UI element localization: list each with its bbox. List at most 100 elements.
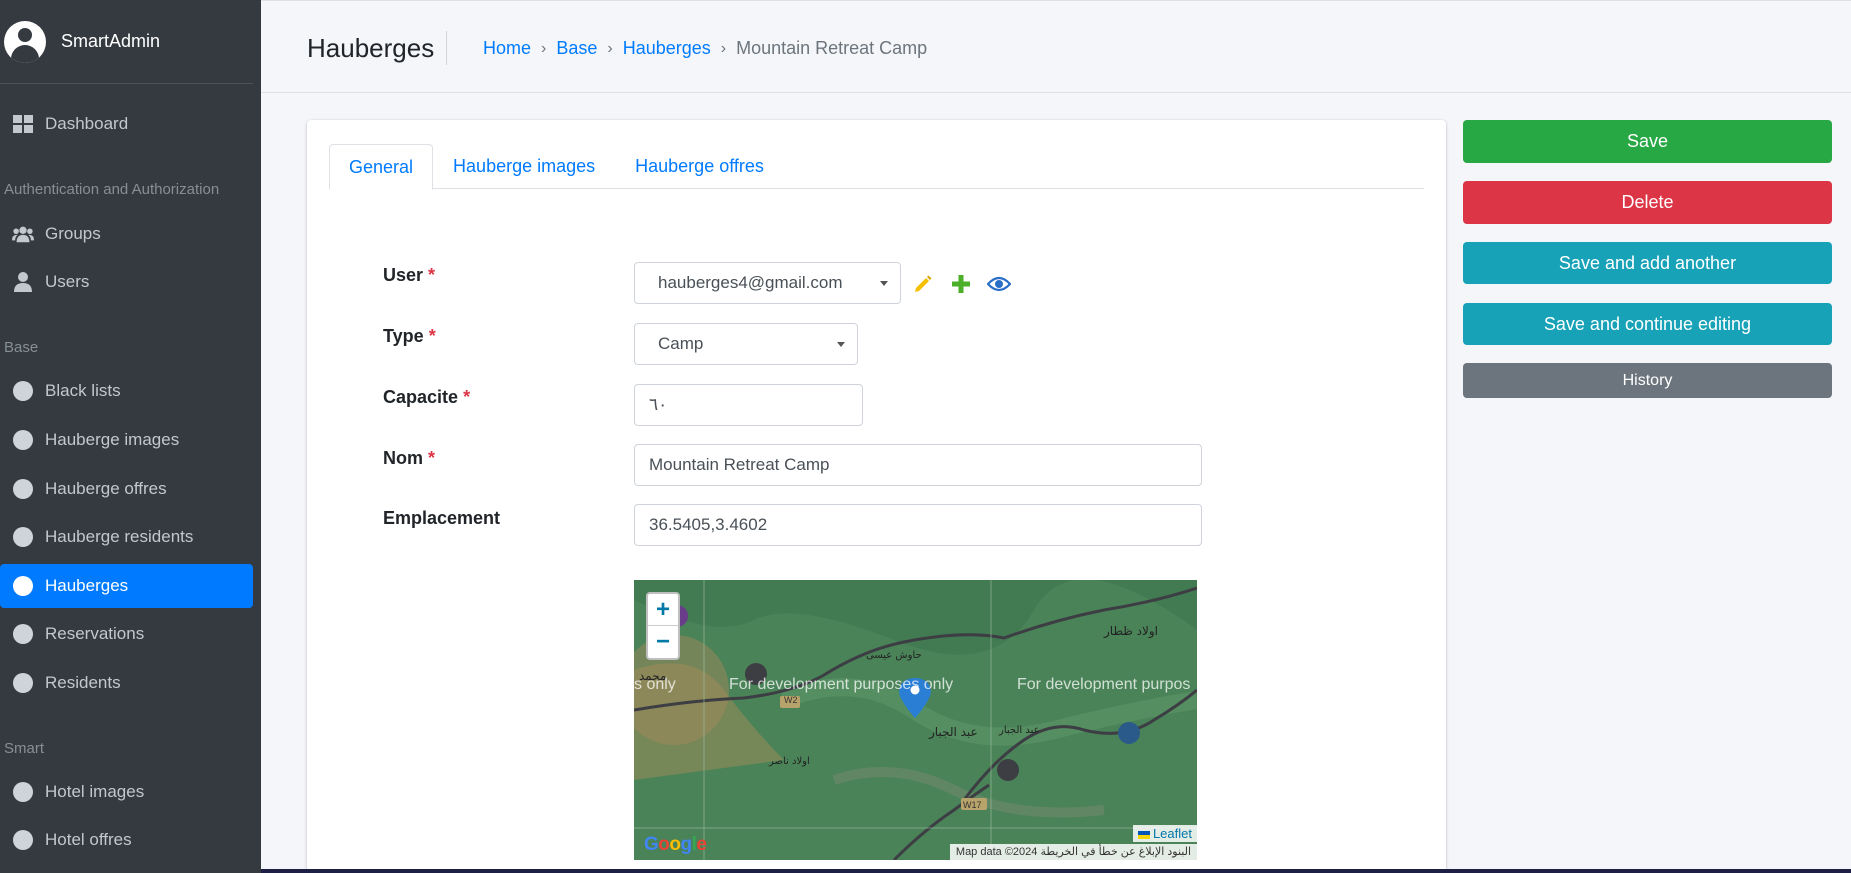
sidebar-item-reservations[interactable]: Reservations (0, 612, 253, 656)
sidebar-item-label: Groups (45, 224, 101, 243)
nom-input[interactable]: Mountain Retreat Camp (634, 444, 1202, 486)
brand-name: SmartAdmin (61, 31, 161, 51)
breadcrumb-current: Mountain Retreat Camp (736, 38, 928, 58)
type-select[interactable]: Camp (634, 323, 858, 365)
breadcrumb-base[interactable]: Base (556, 38, 597, 59)
map-zoom-control: + − (646, 592, 680, 660)
sidebar-item-hauberge-offres[interactable]: Hauberge offres (0, 467, 253, 511)
map-watermark: s only (634, 676, 676, 693)
circle-icon (13, 576, 33, 596)
sidebar-item-dashboard[interactable]: Dashboard (0, 102, 253, 146)
sidebar-item-hauberge-images[interactable]: Hauberge images (0, 418, 253, 462)
sidebar-item-label: Hauberge images (45, 430, 180, 449)
breadcrumb-separator: › (541, 39, 547, 57)
sidebar-item-label: Reservations (45, 624, 145, 643)
google-logo: Google (644, 834, 707, 855)
breadcrumb: Home › Base › Hauberges › Mountain Retre… (483, 38, 927, 59)
road-label-w2: W2 (784, 695, 798, 705)
brand[interactable]: SmartAdmin (0, 0, 253, 84)
circle-icon (13, 624, 33, 644)
circle-icon (13, 381, 33, 401)
save-button[interactable]: Save (1463, 120, 1832, 163)
sidebar-item-hotel-offres[interactable]: Hotel offres (0, 818, 253, 862)
breadcrumb-separator: › (607, 39, 613, 57)
sidebar-item-label: Hauberge offres (45, 479, 167, 498)
sidebar: SmartAdmin Dashboard Authentication and … (0, 0, 261, 873)
breadcrumb-hauberges[interactable]: Hauberges (623, 38, 711, 59)
place-label: عبد الجبار (998, 725, 1040, 736)
breadcrumb-separator: › (720, 39, 727, 57)
tab-bar: General Hauberge images Hauberge offres (329, 144, 1424, 190)
sidebar-item-hotel-images[interactable]: Hotel images (0, 770, 253, 814)
chevron-down-icon (880, 281, 888, 286)
map-watermark: For development purpos (1017, 676, 1191, 693)
tab-hauberge-offres[interactable]: Hauberge offres (615, 144, 784, 189)
eye-icon[interactable] (986, 271, 1012, 297)
sidebar-item-label: Dashboard (45, 114, 129, 133)
sidebar-item-users[interactable]: Users (0, 260, 253, 304)
user-select-value: hauberges4@gmail.com (658, 273, 843, 292)
nom-label: Nom * (383, 448, 436, 468)
place-label: عبد الجبار (928, 725, 978, 740)
sidebar-item-residents[interactable]: Residents (0, 661, 253, 705)
taskbar-strip (261, 869, 1851, 873)
sidebar-item-label: Hauberges (45, 576, 129, 595)
ukraine-flag-icon (1137, 830, 1150, 839)
map-watermark: For development purposes only (729, 676, 954, 693)
type-label: Type * (383, 326, 436, 346)
emplacement-label: Emplacement (383, 508, 501, 528)
circle-icon (13, 830, 33, 850)
emplacement-input[interactable]: 36.5405,3.4602 (634, 504, 1202, 546)
tab-general[interactable]: General (329, 144, 434, 190)
leaflet-link[interactable]: Leaflet (1132, 825, 1197, 842)
user-icon (12, 271, 34, 293)
road-label-w17: W17 (963, 800, 982, 810)
nav-header-auth: Authentication and Authorization (4, 181, 220, 198)
sidebar-item-label: Hauberge residents (45, 527, 194, 546)
form-card: General Hauberge images Hauberge offres … (307, 120, 1446, 873)
circle-icon (13, 673, 33, 693)
page-title: Hauberges (307, 33, 435, 63)
dashboard-icon (12, 113, 34, 135)
delete-button[interactable]: Delete (1463, 181, 1832, 224)
location-map[interactable]: W2 W17 اولاد ظطار عبد الجبار عبد الجبار … (634, 580, 1197, 860)
plus-icon[interactable] (948, 271, 974, 297)
sidebar-item-groups[interactable]: Groups (0, 212, 253, 256)
title-divider (446, 31, 447, 65)
type-select-value: Camp (658, 334, 704, 353)
save-and-add-another-button[interactable]: Save and add another (1463, 242, 1832, 284)
zoom-in-button[interactable]: + (648, 594, 678, 626)
circle-icon (13, 782, 33, 802)
history-button[interactable]: History (1463, 363, 1832, 398)
sidebar-item-hauberges[interactable]: Hauberges (0, 564, 253, 608)
save-and-continue-button[interactable]: Save and continue editing (1463, 303, 1832, 345)
circle-icon (13, 479, 33, 499)
sidebar-item-hauberge-residents[interactable]: Hauberge residents (0, 515, 253, 559)
place-label: اولاد ظطار (1103, 624, 1158, 639)
breadcrumb-home[interactable]: Home (483, 38, 531, 59)
zoom-out-button[interactable]: − (648, 626, 678, 658)
circle-icon (13, 527, 33, 547)
nav-header-smart: Smart (4, 740, 45, 757)
circle-icon (13, 430, 33, 450)
user-select[interactable]: hauberges4@gmail.com (634, 262, 901, 304)
sidebar-item-label: Residents (45, 673, 121, 692)
user-actions (910, 271, 1012, 297)
pencil-icon[interactable] (910, 271, 936, 297)
content-header: Hauberges Home › Base › Hauberges › Moun… (261, 0, 1851, 93)
sidebar-item-label: Hotel offres (45, 830, 132, 849)
tab-hauberge-images[interactable]: Hauberge images (433, 144, 615, 189)
user-avatar-icon (4, 20, 46, 63)
map-attribution: Map data ©2024 البنود الإبلاغ عن خطأ في … (949, 844, 1197, 860)
nav-header-base: Base (4, 339, 39, 356)
place-label: اولاد ناصر (768, 756, 810, 767)
chevron-down-icon (837, 342, 845, 347)
sidebar-item-label: Black lists (45, 381, 121, 400)
map-terrain: W2 W17 اولاد ظطار عبد الجبار عبد الجبار … (634, 580, 1197, 860)
capacite-input[interactable]: ٦٠ (634, 384, 863, 426)
sidebar-item-label: Users (45, 272, 90, 291)
users-group-icon (12, 223, 34, 245)
sidebar-item-label: Hotel images (45, 782, 145, 801)
capacite-label: Capacite * (383, 387, 471, 407)
sidebar-item-black-lists[interactable]: Black lists (0, 369, 253, 413)
